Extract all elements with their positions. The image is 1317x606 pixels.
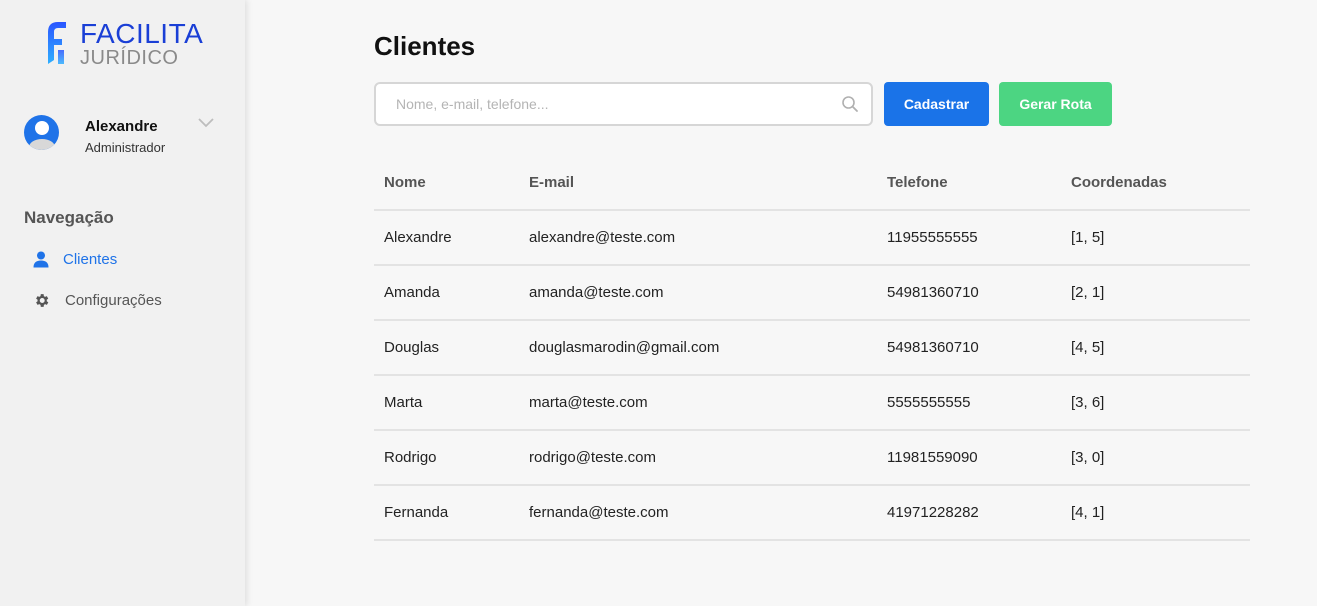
user-menu[interactable]: Alexandre Administrador [24,113,224,155]
search-box [374,82,873,126]
gerar-rota-button[interactable]: Gerar Rota [999,82,1112,126]
column-header-telefone: Telefone [877,155,1061,211]
cell-telefone: 41971228282 [877,485,1061,541]
page-title: Clientes [374,31,476,61]
cell-telefone: 54981360710 [877,320,1061,376]
sidebar-item-configuracoes[interactable]: Configurações [32,291,162,309]
nav-title: Navegação [24,208,114,227]
search-icon[interactable] [841,95,859,113]
table-row[interactable]: Amanda amanda@teste.com 54981360710 [2, … [374,265,1250,321]
cell-nome: Amanda [374,265,519,321]
brand-subname: JURÍDICO [80,47,179,69]
cell-telefone: 54981360710 [877,265,1061,321]
cell-telefone: 11981559090 [877,430,1061,486]
cell-coordenadas: [3, 6] [1061,375,1250,431]
search-input[interactable] [376,84,816,124]
table-header-row: Nome E-mail Telefone Coordenadas [374,155,1250,211]
table-row[interactable]: Douglas douglasmarodin@gmail.com 5498136… [374,320,1250,376]
cell-coordenadas: [3, 0] [1061,430,1250,486]
sidebar-item-label: Clientes [63,250,118,268]
user-role: Administrador [85,140,166,155]
user-name: Alexandre [85,118,158,135]
cell-email: douglasmarodin@gmail.com [519,320,877,376]
clients-table: Nome E-mail Telefone Coordenadas Alexand… [374,155,1250,541]
logo-icon [48,22,66,64]
cell-coordenadas: [1, 5] [1061,210,1250,266]
cell-coordenadas: [4, 5] [1061,320,1250,376]
cell-telefone: 11955555555 [877,210,1061,266]
table-row[interactable]: Alexandre alexandre@teste.com 1195555555… [374,210,1250,266]
cell-email: alexandre@teste.com [519,210,877,266]
table-row[interactable]: Marta marta@teste.com 5555555555 [3, 6] [374,375,1250,431]
cell-nome: Douglas [374,320,519,376]
avatar [24,115,59,150]
cell-telefone: 5555555555 [877,375,1061,431]
sidebar: FACILITA JURÍDICO Alexandre Administrado… [0,0,245,606]
cadastrar-button[interactable]: Cadastrar [884,82,989,126]
cell-nome: Fernanda [374,485,519,541]
cell-email: amanda@teste.com [519,265,877,321]
cell-email: fernanda@teste.com [519,485,877,541]
user-icon [32,250,50,268]
chevron-down-icon[interactable] [196,115,216,131]
cell-coordenadas: [4, 1] [1061,485,1250,541]
brand-logo[interactable]: FACILITA JURÍDICO [44,20,203,68]
cell-email: marta@teste.com [519,375,877,431]
column-header-coordenadas: Coordenadas [1061,155,1250,211]
column-header-nome: Nome [374,155,519,211]
cell-email: rodrigo@teste.com [519,430,877,486]
cell-nome: Rodrigo [374,430,519,486]
main-content: Clientes Cadastrar Gerar Rota Nome E-mai… [245,0,1317,606]
brand-name: FACILITA [80,18,204,49]
table-row[interactable]: Fernanda fernanda@teste.com 41971228282 … [374,485,1250,541]
sidebar-item-clientes[interactable]: Clientes [32,250,117,268]
cell-coordenadas: [2, 1] [1061,265,1250,321]
cell-nome: Alexandre [374,210,519,266]
table-row[interactable]: Rodrigo rodrigo@teste.com 11981559090 [3… [374,430,1250,486]
cell-nome: Marta [374,375,519,431]
sidebar-item-label: Configurações [65,291,162,309]
gear-icon [32,291,50,309]
column-header-email: E-mail [519,155,877,211]
